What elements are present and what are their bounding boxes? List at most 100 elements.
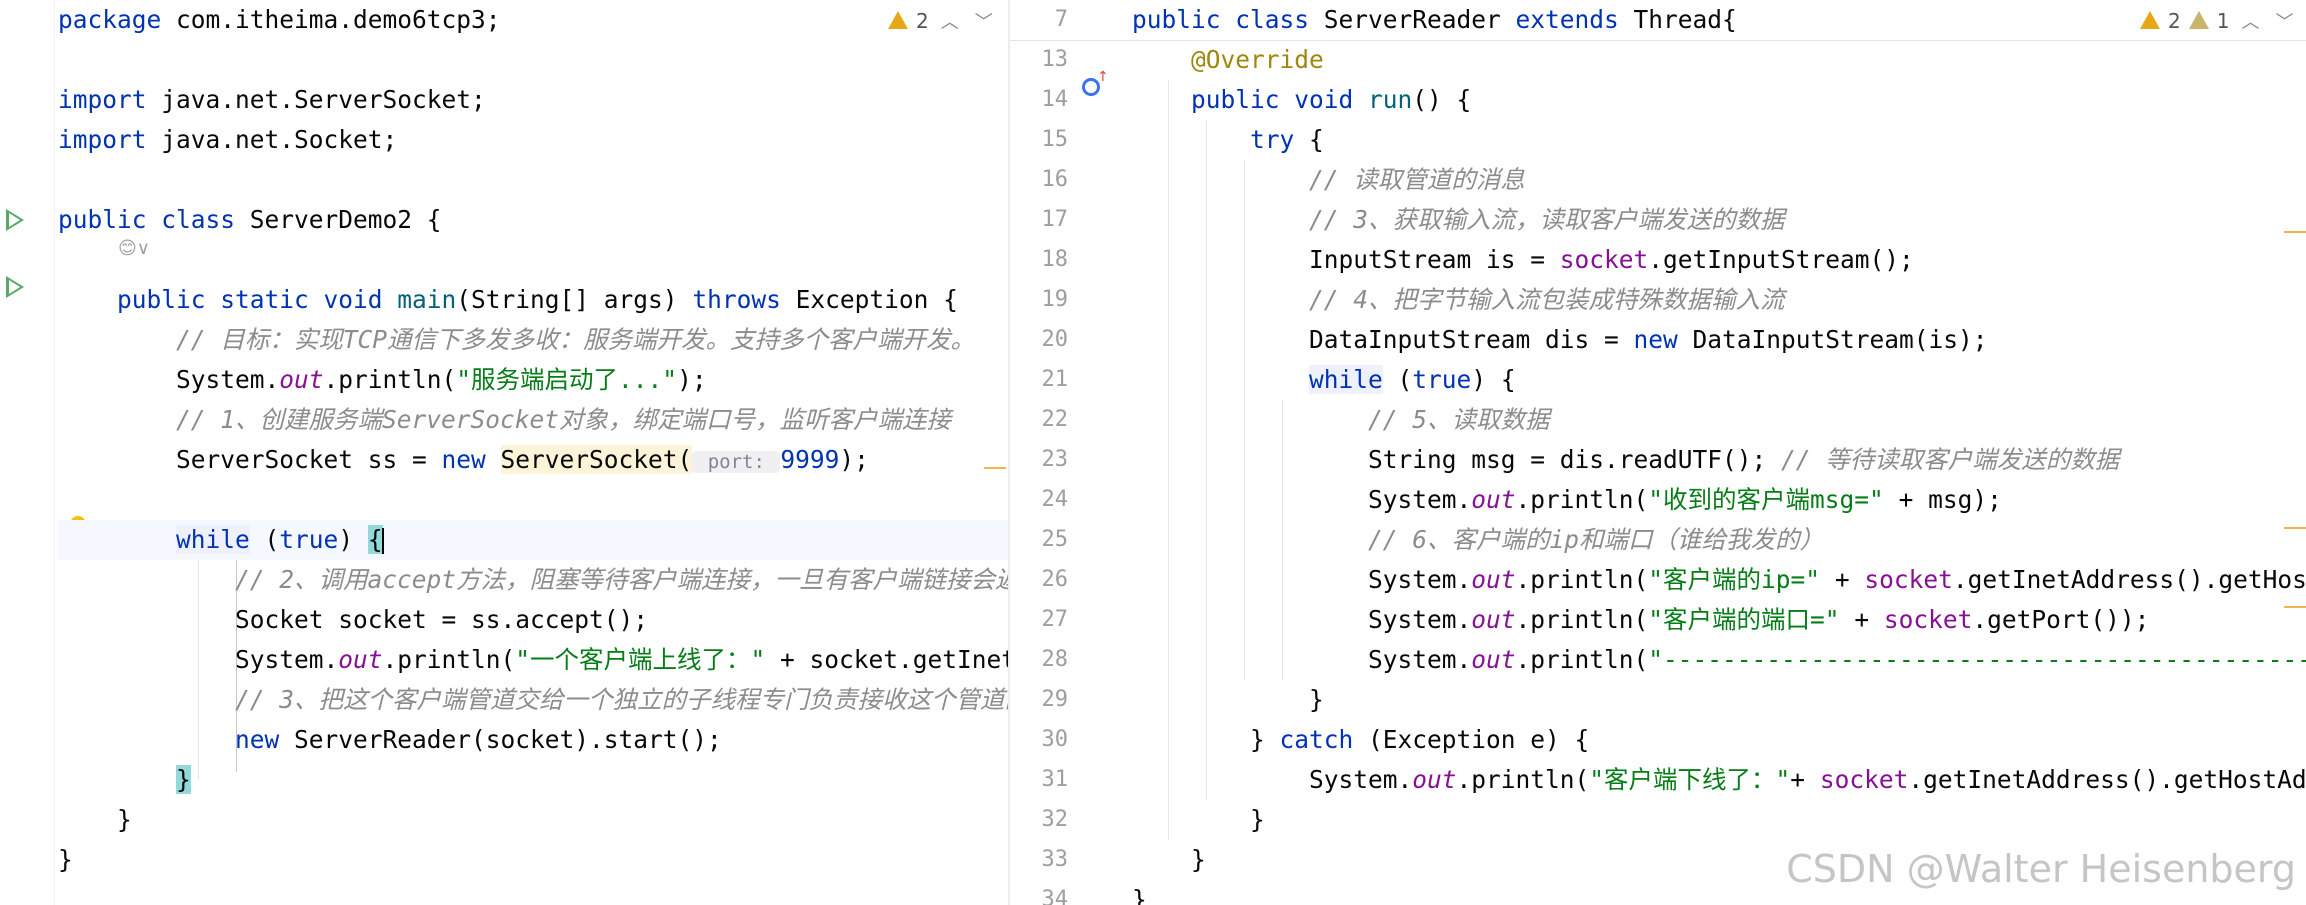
code-line[interactable]: DataInputStream dis = new DataInputStrea… (1132, 320, 2306, 360)
error-stripe-marker[interactable] (984, 467, 1006, 469)
code-line[interactable]: } (1132, 800, 2306, 840)
line-number[interactable]: 21 (1010, 360, 1069, 400)
code-line[interactable]: // 3、把这个客户端管道交给一个独立的子线程专门负责接收这个管道的 (58, 680, 1008, 720)
code-line[interactable]: while (true) { (58, 520, 1008, 560)
code-line[interactable] (58, 480, 1008, 520)
line-number[interactable]: 23 (1010, 440, 1069, 480)
code-line[interactable]: System.out.println("一个客户端上线了：" + socket.… (58, 640, 1008, 680)
code-token: String msg = dis.readUTF(); (1132, 445, 1782, 474)
line-number[interactable]: 14 (1010, 80, 1069, 120)
left-inspection-widget[interactable]: 2 ︿ ﹀ (888, 8, 997, 34)
line-number[interactable]: 29 (1010, 680, 1069, 720)
line-number[interactable]: 31 (1010, 760, 1069, 800)
code-line[interactable]: InputStream is = socket.getInputStream()… (1132, 240, 2306, 280)
error-stripe-marker[interactable] (2284, 527, 2306, 529)
code-line[interactable]: } (58, 840, 1008, 880)
code-line[interactable]: import java.net.Socket; (58, 120, 1008, 160)
code-token: 9999 (780, 445, 840, 474)
code-token: System. (1132, 565, 1472, 594)
code-line[interactable]: public class ServerReader extends Thread… (1132, 0, 2306, 40)
code-line[interactable]: // 5、读取数据 (1132, 400, 2306, 440)
error-stripe-marker[interactable] (2284, 606, 2306, 608)
left-editor-pane[interactable]: package com.itheima.demo6tcp3; import jav… (0, 0, 1008, 905)
line-number[interactable]: 33 (1010, 840, 1069, 880)
code-line[interactable]: while (true) { (1132, 360, 2306, 400)
chevron-down-icon[interactable]: ﹀ (2271, 8, 2297, 34)
code-line[interactable]: } (58, 760, 1008, 800)
code-line[interactable]: ServerSocket ss = new ServerSocket( port… (58, 440, 1008, 480)
line-number[interactable]: 15 (1010, 120, 1069, 160)
right-inspection-widget[interactable]: 2 1 ︿ ﹀ (2140, 8, 2297, 34)
code-line[interactable]: // 3、获取输入流，读取客户端发送的数据 (1132, 200, 2306, 240)
chevron-up-icon[interactable]: ︿ (2237, 8, 2263, 34)
code-line[interactable]: Socket socket = ss.accept(); (58, 600, 1008, 640)
code-token: // 1、创建服务端ServerSocket对象，绑定端口号，监听客户端连接 (176, 405, 952, 434)
code-token: "服务端启动了..." (456, 365, 678, 394)
line-number[interactable]: 22 (1010, 400, 1069, 440)
line-number[interactable]: 18 (1010, 240, 1069, 280)
line-number[interactable]: 7 (1010, 0, 1068, 40)
code-line[interactable]: } (58, 800, 1008, 840)
code-line[interactable]: System.out.println("客户端的ip=" + socket.ge… (1132, 560, 2306, 600)
code-token: (Exception e) { (1368, 725, 1590, 754)
code-line[interactable] (58, 240, 1008, 280)
chevron-up-icon[interactable]: ︿ (937, 8, 963, 34)
warning-icon (888, 11, 908, 29)
line-number[interactable]: 16 (1010, 160, 1069, 200)
code-line[interactable]: try { (1132, 120, 2306, 160)
code-line[interactable]: package com.itheima.demo6tcp3; (58, 0, 1008, 40)
code-line[interactable]: System.out.println("服务端启动了..."); (58, 360, 1008, 400)
line-number[interactable]: 19 (1010, 280, 1069, 320)
left-warning-count: 2 (916, 9, 929, 33)
code-line[interactable]: System.out.println("收到的客户端msg=" + msg); (1132, 480, 2306, 520)
line-number[interactable]: 28 (1010, 640, 1069, 680)
run-main-icon[interactable] (6, 276, 24, 298)
code-token: + (1820, 565, 1865, 594)
line-number[interactable]: 20 (1010, 320, 1069, 360)
code-line[interactable]: // 4、把字节输入流包装成特殊数据输入流 (1132, 280, 2306, 320)
code-line[interactable]: // 6、客户端的ip和端口（谁给我发的） (1132, 520, 2306, 560)
line-number[interactable]: 17 (1010, 200, 1069, 240)
line-number[interactable]: 13 (1010, 40, 1069, 80)
code-line[interactable]: System.out.println("客户端的端口=" + socket.ge… (1132, 600, 2306, 640)
code-line[interactable]: System.out.println("--------------------… (1132, 640, 2306, 680)
right-warning-count: 2 (2168, 9, 2181, 33)
ai-assistant-hint-icon[interactable]: 😊∨ (118, 238, 150, 259)
code-line[interactable]: new ServerReader(socket).start(); (58, 720, 1008, 760)
chevron-down-icon[interactable]: ﹀ (971, 8, 997, 34)
code-line[interactable]: } (1132, 680, 2306, 720)
code-line[interactable]: // 1、创建服务端ServerSocket对象，绑定端口号，监听客户端连接 (58, 400, 1008, 440)
right-code-area[interactable]: public class ServerReader extends Thread… (1132, 0, 2306, 905)
code-line[interactable]: public class ServerDemo2 { (58, 200, 1008, 240)
line-number[interactable]: 32 (1010, 800, 1069, 840)
code-line[interactable]: System.out.println("客户端下线了："+ socket.get… (1132, 760, 2306, 800)
line-number[interactable]: 27 (1010, 600, 1069, 640)
line-number[interactable]: 30 (1010, 720, 1069, 760)
code-token: .println( (323, 365, 457, 394)
override-method-icon[interactable] (1082, 69, 1109, 96)
line-number[interactable]: 26 (1010, 560, 1069, 600)
code-line[interactable]: // 目标：实现TCP通信下多发多收：服务端开发。支持多个客户端开发。 (58, 320, 1008, 360)
line-number[interactable]: 25 (1010, 520, 1069, 560)
code-line[interactable] (58, 40, 1008, 80)
line-number[interactable]: 34 (1010, 880, 1069, 905)
code-token: ServerSocket ss = (58, 445, 442, 474)
code-line[interactable]: public static void main(String[] args) t… (58, 280, 1008, 320)
right-gutter[interactable]: 7 13 14 15 16 17 18 19 20 21 22 23 24 25 26 27 28 29 30 31 3… (1010, 0, 1110, 905)
line-number[interactable]: 24 (1010, 480, 1069, 520)
code-line[interactable]: @Override (1132, 40, 2306, 80)
code-line[interactable] (58, 160, 1008, 200)
code-token: // 4、把字节输入流包装成特殊数据输入流 (1309, 285, 1785, 314)
code-line[interactable]: // 2、调用accept方法，阻塞等待客户端连接，一旦有客户端链接会返 (58, 560, 1008, 600)
code-line[interactable]: public void run() { (1132, 80, 2306, 120)
error-stripe-marker[interactable] (2284, 231, 2306, 233)
code-line[interactable]: String msg = dis.readUTF(); // 等待读取客户端发送… (1132, 440, 2306, 480)
left-code-area[interactable]: package com.itheima.demo6tcp3; import jav… (58, 0, 1008, 905)
code-line[interactable]: import java.net.ServerSocket; (58, 80, 1008, 120)
code-line[interactable]: } catch (Exception e) { (1132, 720, 2306, 760)
left-gutter[interactable] (0, 0, 86, 905)
code-line[interactable]: // 读取管道的消息 (1132, 160, 2306, 200)
run-class-icon[interactable] (6, 209, 24, 231)
right-editor-pane[interactable]: 7 13 14 15 16 17 18 19 20 21 22 23 24 25 26 27 28 29 30 31 3… (1010, 0, 2306, 905)
